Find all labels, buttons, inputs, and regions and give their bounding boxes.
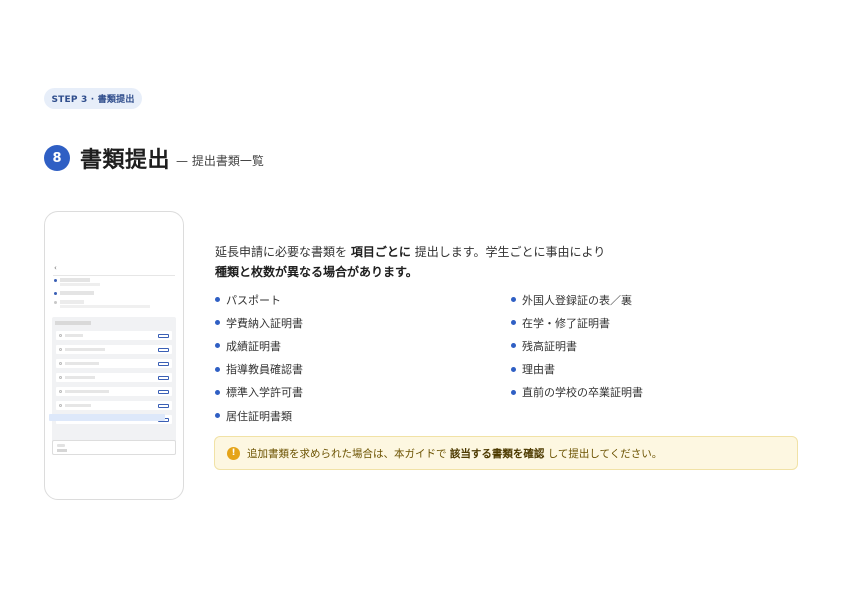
list-item: 理由書 <box>511 358 643 381</box>
document-list-left: パスポート 学費納入証明書 成績証明書 指導教員確認書 標準入学許可書 居住証明… <box>215 288 303 427</box>
intro-text-emphasis: 種類と枚数が異なる場合があります。 <box>215 265 418 279</box>
notice-text: 追加書類を求められた場合は、本ガイドで <box>247 447 447 460</box>
intro-text-part: 提出します。学生ごとに事由により <box>414 245 606 259</box>
mockup-row <box>56 359 172 368</box>
section-number-badge: 8 <box>44 145 70 171</box>
back-arrow-icon: ‹ <box>54 264 57 272</box>
document-name: 成績証明書 <box>226 339 281 353</box>
divider <box>53 275 175 276</box>
mockup-row <box>56 331 172 340</box>
list-item: 直前の学校の卒業証明書 <box>511 381 643 404</box>
intro-text-part: 延長申請に必要な書類を <box>215 245 348 259</box>
list-item: 学費納入証明書 <box>215 311 303 334</box>
bullet-icon <box>215 343 220 349</box>
mockup-step <box>54 291 94 295</box>
notice-emphasis: 該当する書類を確認 <box>449 447 545 460</box>
page-title: 書類提出 <box>80 148 171 173</box>
phone-mockup: ‹ <box>44 211 184 500</box>
list-item: 残高証明書 <box>511 334 643 357</box>
bullet-icon <box>511 366 516 372</box>
step-label: STEP 3 · 書類提出 <box>44 88 142 109</box>
step-dot-icon <box>54 292 57 295</box>
list-item: 成績証明書 <box>215 334 303 357</box>
document-name: 残高証明書 <box>522 339 577 353</box>
list-item: 居住証明書類 <box>215 404 303 427</box>
mockup-document-panel <box>52 317 176 455</box>
document-name: 理由書 <box>522 363 555 377</box>
document-name: パスポート <box>226 293 281 307</box>
list-item: 外国人登録証の表／裏 <box>511 288 643 311</box>
bullet-icon <box>511 343 516 349</box>
document-name: 標準入学許可書 <box>226 386 303 400</box>
mockup-info-bar <box>49 414 165 421</box>
bullet-icon <box>215 389 220 395</box>
list-item: 在学・修了証明書 <box>511 311 643 334</box>
list-item: 標準入学許可書 <box>215 381 303 404</box>
section-header: 8 書類提出 — 提出書類一覧 <box>44 142 264 174</box>
mockup-row <box>56 345 172 354</box>
list-item: パスポート <box>215 288 303 311</box>
bullet-icon <box>215 366 220 372</box>
document-name: 直前の学校の卒業証明書 <box>522 386 643 400</box>
document-name: 在学・修了証明書 <box>522 316 610 330</box>
bullet-icon <box>215 320 220 326</box>
list-item: 指導教員確認書 <box>215 358 303 381</box>
bullet-icon <box>215 297 220 303</box>
bullet-icon <box>511 389 516 395</box>
page-subtitle: — 提出書類一覧 <box>176 153 264 168</box>
warning-icon: ! <box>227 446 240 460</box>
step-dot-icon <box>54 301 57 304</box>
mockup-step <box>54 300 150 308</box>
notice-text: して提出してください。 <box>547 447 663 460</box>
mockup-input-field <box>52 440 176 455</box>
bullet-icon <box>511 297 516 303</box>
bullet-icon <box>511 320 516 326</box>
mockup-row <box>56 401 172 410</box>
document-name: 居住証明書類 <box>226 409 292 423</box>
mockup-step <box>54 278 100 286</box>
bullet-icon <box>215 413 220 419</box>
document-name: 学費納入証明書 <box>226 316 303 330</box>
document-name: 指導教員確認書 <box>226 363 303 377</box>
notice-box: ! 追加書類を求められた場合は、本ガイドで 該当する書類を確認 して提出してくだ… <box>214 436 798 470</box>
mockup-row <box>56 387 172 396</box>
step-dot-icon <box>54 279 57 282</box>
document-name: 外国人登録証の表／裏 <box>522 293 632 307</box>
mockup-row <box>56 373 172 382</box>
document-list-right: 外国人登録証の表／裏 在学・修了証明書 残高証明書 理由書 直前の学校の卒業証明… <box>511 288 643 404</box>
intro-text-emphasis: 項目ごとに <box>350 245 411 259</box>
intro-text: 延長申請に必要な書類を 項目ごとに 提出します。学生ごとに事由により 種類と枚数… <box>215 242 605 282</box>
